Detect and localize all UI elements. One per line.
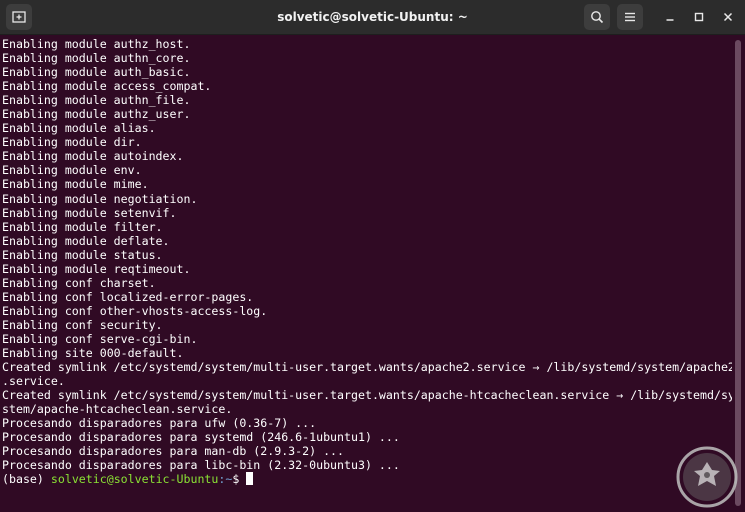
scrollbar[interactable] (735, 40, 741, 506)
prompt-symbol: $ (232, 472, 247, 487)
close-icon (723, 12, 733, 22)
prompt-user-host: solvetic@solvetic-Ubuntu (50, 472, 219, 487)
minimize-button[interactable] (660, 7, 680, 27)
output-line: Enabling module env. (2, 163, 142, 178)
output-line: Enabling module auth_basic. (2, 65, 191, 80)
output-line: Enabling module deflate. (2, 233, 170, 248)
output-line: Enabling module access_compat. (2, 79, 212, 94)
output-line: Procesando disparadores para libc-bin (2… (2, 458, 400, 473)
search-button[interactable] (584, 4, 610, 30)
titlebar: solvetic@solvetic-Ubuntu: ~ (0, 0, 745, 35)
maximize-icon (694, 12, 704, 22)
output-line: Enabling conf security. (2, 317, 163, 332)
output-line: Procesando disparadores para systemd (24… (2, 430, 400, 445)
hamburger-menu-icon (625, 12, 635, 22)
output-line: Enabling module authn_core. (2, 51, 191, 66)
minimize-icon (666, 19, 674, 21)
output-line: Enabling site 000-default. (2, 346, 184, 361)
scrollbar-thumb[interactable] (735, 40, 741, 506)
output-line: Enabling conf other-vhosts-access-log. (2, 303, 268, 318)
prompt-env: (base) (2, 472, 51, 487)
output-line: Enabling module authz_host. (2, 37, 191, 51)
maximize-button[interactable] (689, 7, 709, 27)
menu-button[interactable] (617, 4, 643, 30)
output-line: Enabling conf serve-cgi-bin. (2, 331, 198, 346)
new-tab-button[interactable] (6, 4, 32, 30)
output-line: Enabling module mime. (2, 177, 149, 192)
terminal-output[interactable]: Enabling module authz_host. Enabling mod… (0, 36, 732, 512)
output-line: Enabling module negotiation. (2, 191, 198, 206)
output-line: Procesando disparadores para man-db (2.9… (2, 444, 345, 459)
text-cursor (246, 472, 254, 486)
search-icon (591, 11, 604, 24)
output-line: Enabling module setenvif. (2, 205, 177, 220)
output-line: Enabling module authn_file. (2, 93, 191, 108)
output-line: Enabling module dir. (2, 135, 142, 150)
output-line: Enabling module autoindex. (2, 149, 184, 164)
output-line: .service. (2, 374, 65, 389)
new-tab-icon (12, 11, 26, 23)
output-line: Enabling conf charset. (2, 275, 156, 290)
solvetic-logo-icon (676, 446, 738, 508)
output-line: Created symlink /etc/systemd/system/mult… (2, 388, 732, 403)
output-line: Enabling module status. (2, 247, 163, 262)
close-button[interactable] (718, 7, 738, 27)
output-line: Enabling module reqtimeout. (2, 261, 191, 276)
prompt-path: :~ (218, 472, 233, 487)
output-line: Created symlink /etc/systemd/system/mult… (2, 360, 732, 375)
output-line: Enabling module filter. (2, 219, 163, 234)
output-line: Enabling module authz_user. (2, 107, 191, 122)
terminal-window: solvetic@solvetic-Ubuntu: ~ Enabling mod… (0, 0, 745, 512)
output-line: Enabling conf localized-error-pages. (2, 289, 254, 304)
output-line: Enabling module alias. (2, 121, 156, 136)
output-line: Procesando disparadores para ufw (0.36-7… (2, 416, 317, 431)
output-line: stem/apache-htcacheclean.service. (2, 402, 233, 417)
prompt-line[interactable]: (base) solvetic@solvetic-Ubuntu:~$ (2, 472, 732, 486)
